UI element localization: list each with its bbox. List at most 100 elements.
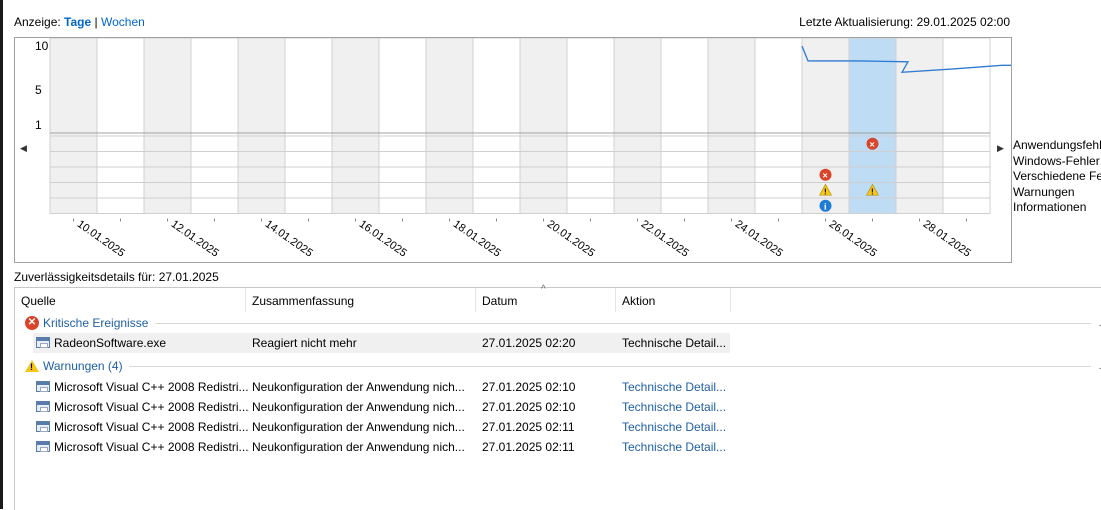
- column-header-action[interactable]: Aktion: [622, 294, 655, 308]
- warning-icon-glyph: !: [824, 187, 827, 196]
- application-icon: [36, 421, 50, 432]
- window-left-edge: [0, 0, 3, 509]
- cell-summary: Neukonfiguration der Anwendung nich...: [252, 420, 465, 434]
- details-table: Quelle Zusammenfassung Datum Aktion ^ ✕ …: [14, 284, 1101, 510]
- cell-summary: Neukonfiguration der Anwendung nich...: [252, 380, 465, 394]
- column-divider[interactable]: [245, 288, 246, 312]
- y-tick-label: 1: [35, 118, 42, 132]
- cell-summary: Neukonfiguration der Anwendung nich...: [252, 400, 465, 414]
- cell-action-link[interactable]: Technische Detail...: [622, 400, 730, 414]
- day-column[interactable]: [895, 38, 944, 214]
- application-icon: [36, 441, 50, 452]
- cell-date: 27.01.2025 02:20: [482, 336, 576, 350]
- view-label: Anzeige:: [14, 15, 61, 29]
- warning-icon-glyph: !: [871, 187, 874, 196]
- day-column[interactable]: [331, 38, 380, 214]
- column-header-date[interactable]: Datum: [482, 294, 517, 308]
- cell-action[interactable]: Technische Detail...: [622, 336, 730, 350]
- day-column[interactable]: [190, 38, 239, 214]
- table-row[interactable]: Microsoft Visual C++ 2008 Redistri... Ne…: [33, 377, 1101, 397]
- last-update-text: Letzte Aktualisierung: 29.01.2025 02:00: [799, 15, 1010, 29]
- x-date-label: 22.01.2025: [639, 218, 691, 259]
- view-separator: |: [94, 15, 98, 29]
- cell-action-link[interactable]: Technische Detail...: [622, 440, 730, 454]
- table-row[interactable]: Microsoft Visual C++ 2008 Redistri... Ne…: [33, 397, 1101, 417]
- day-column[interactable]: [942, 38, 991, 214]
- table-row[interactable]: Microsoft Visual C++ 2008 Redistri... Ne…: [33, 417, 1101, 437]
- column-header-summary[interactable]: Zusammenfassung: [252, 294, 354, 308]
- chart-scroll-left-icon[interactable]: ◀: [20, 143, 27, 154]
- day-column[interactable]: [284, 38, 333, 214]
- application-icon: [36, 401, 50, 412]
- day-column[interactable]: [143, 38, 192, 214]
- column-header-source[interactable]: Quelle: [21, 294, 56, 308]
- cell-date: 27.01.2025 02:10: [482, 380, 576, 394]
- day-column[interactable]: [566, 38, 615, 214]
- cell-date: 27.01.2025 02:10: [482, 400, 576, 414]
- view-days-link[interactable]: Tage: [64, 15, 91, 29]
- column-divider[interactable]: [730, 288, 731, 312]
- reliability-chart[interactable]: 10 5 1 10.01.2025 12.01.2025 14.01.2025 16.01.…: [14, 37, 1012, 263]
- group-title: Warnungen (4): [43, 359, 123, 373]
- cell-date: 27.01.2025 02:11: [482, 420, 575, 434]
- x-date-label: 18.01.2025: [451, 218, 503, 259]
- cell-source: Microsoft Visual C++ 2008 Redistri...: [54, 440, 249, 454]
- day-column[interactable]: [49, 38, 98, 214]
- category-label: Windows-Fehler: [1013, 153, 1100, 168]
- day-column[interactable]: [237, 38, 286, 214]
- error-icon-glyph: ×: [870, 139, 875, 149]
- x-date-label: 24.01.2025: [733, 218, 785, 259]
- details-title: Zuverlässigkeitsdetails für: 27.01.2025: [14, 270, 219, 284]
- table-row[interactable]: Microsoft Visual C++ 2008 Redistri... Ne…: [33, 437, 1101, 457]
- day-column[interactable]: [613, 38, 662, 214]
- error-icon-glyph: ×: [823, 170, 828, 180]
- cell-source: Microsoft Visual C++ 2008 Redistri...: [54, 400, 249, 414]
- application-icon: [36, 381, 50, 392]
- cell-summary: Reagiert nicht mehr: [252, 336, 357, 350]
- cell-source: RadeonSoftware.exe: [54, 336, 167, 350]
- x-date-label: 16.01.2025: [357, 218, 409, 259]
- cell-source: Microsoft Visual C++ 2008 Redistri...: [54, 420, 249, 434]
- column-divider[interactable]: [475, 288, 476, 312]
- event-category-labels: AnwendungsfehlerWindows-FehlerVerschiede…: [1013, 138, 1101, 216]
- x-date-label: 10.01.2025: [75, 218, 127, 259]
- view-weeks-link[interactable]: Wochen: [101, 15, 145, 29]
- x-date-label: 12.01.2025: [169, 218, 221, 259]
- cell-date: 27.01.2025 02:11: [482, 440, 575, 454]
- application-icon: [36, 337, 50, 348]
- reliability-chart-svg: 10 5 1 10.01.2025 12.01.2025 14.01.2025 16.01.…: [35, 38, 1011, 260]
- group-header-warnings[interactable]: ! Warnungen (4): [25, 358, 123, 374]
- cell-action-link[interactable]: Technische Detail...: [622, 420, 730, 434]
- day-column[interactable]: [519, 38, 568, 214]
- column-divider[interactable]: [615, 288, 616, 312]
- view-switcher: Anzeige: Tage | Wochen: [14, 15, 145, 29]
- cell-summary: Neukonfiguration der Anwendung nich...: [252, 440, 465, 454]
- y-tick-label: 10: [35, 39, 49, 53]
- day-column[interactable]: [707, 38, 756, 214]
- group-title: Kritische Ereignisse: [43, 316, 149, 330]
- day-column[interactable]: [472, 38, 521, 214]
- day-column[interactable]: [425, 38, 474, 214]
- day-column[interactable]: [378, 38, 427, 214]
- cell-action-link[interactable]: Technische Detail...: [622, 380, 730, 394]
- error-icon: ✕: [25, 316, 39, 330]
- warning-icon: !: [25, 360, 39, 372]
- category-label: Informationen: [1013, 200, 1087, 214]
- chart-scroll-right-icon[interactable]: ▶: [997, 143, 1004, 154]
- group-divider: [155, 323, 1091, 324]
- table-row[interactable]: RadeonSoftware.exe Reagiert nicht mehr 2…: [33, 333, 1101, 353]
- y-tick-label: 5: [35, 83, 42, 97]
- sort-ascending-icon: ^: [541, 284, 546, 295]
- category-label: Verschiedene Fehler: [1013, 169, 1101, 183]
- day-column[interactable]: [96, 38, 145, 214]
- x-date-label: 20.01.2025: [545, 218, 597, 259]
- table-header: Quelle Zusammenfassung Datum Aktion ^: [15, 284, 1101, 312]
- x-date-label: 26.01.2025: [827, 218, 879, 259]
- category-label: Anwendungsfehler: [1013, 138, 1101, 152]
- day-column[interactable]: [660, 38, 709, 214]
- category-label: Warnungen: [1013, 184, 1075, 199]
- group-header-critical[interactable]: ✕ Kritische Ereignisse: [25, 315, 148, 331]
- x-date-label: 28.01.2025: [921, 218, 973, 259]
- day-column[interactable]: [754, 38, 803, 214]
- cell-source: Microsoft Visual C++ 2008 Redistri...: [54, 380, 249, 394]
